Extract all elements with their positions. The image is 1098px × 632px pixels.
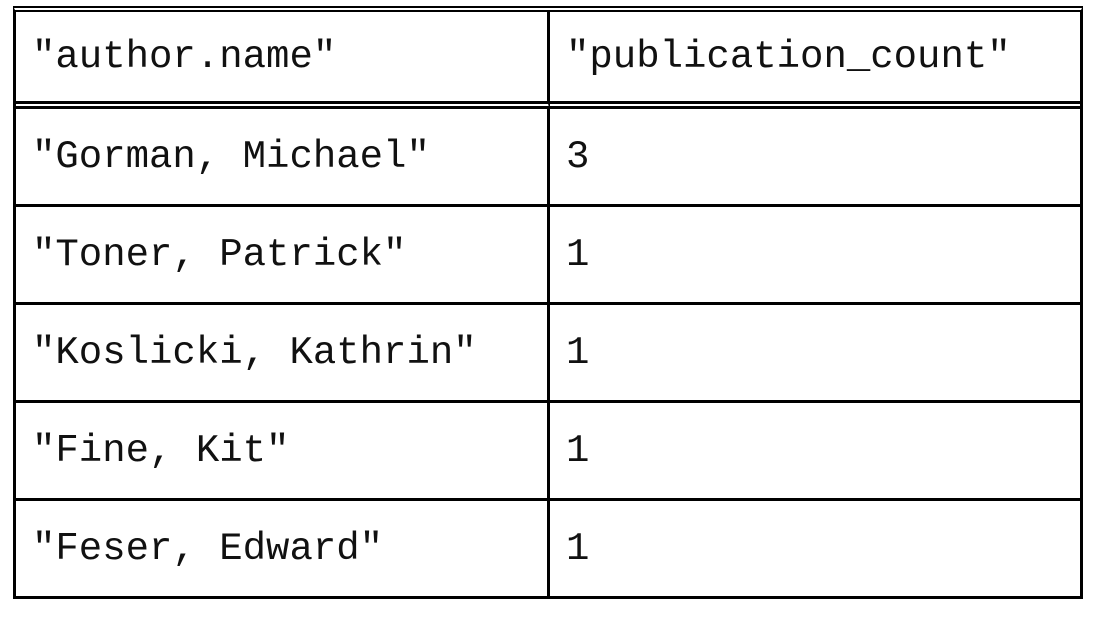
table-row: "Gorman, Michael" 3 xyxy=(16,109,1080,204)
publication-count-cell: 1 xyxy=(550,302,1080,400)
table-row: "Koslicki, Kathrin" 1 xyxy=(16,302,1080,400)
publication-count-cell: 1 xyxy=(550,400,1080,498)
table-body: "Gorman, Michael" 3 "Toner, Patrick" 1 "… xyxy=(16,109,1080,596)
table-header: "author.name" "publication_count" xyxy=(16,12,1080,109)
author-name-cell: "Feser, Edward" xyxy=(16,498,550,596)
author-name-cell: "Toner, Patrick" xyxy=(16,204,550,302)
author-name-cell: "Fine, Kit" xyxy=(16,400,550,498)
results-table-container: "author.name" "publication_count" "Gorma… xyxy=(13,6,1083,599)
column-header-publication-count: "publication_count" xyxy=(550,12,1080,109)
author-name-cell: "Gorman, Michael" xyxy=(16,109,550,204)
header-row: "author.name" "publication_count" xyxy=(16,12,1080,109)
author-name-cell: "Koslicki, Kathrin" xyxy=(16,302,550,400)
table-row: "Toner, Patrick" 1 xyxy=(16,204,1080,302)
publication-count-cell: 1 xyxy=(550,204,1080,302)
table-row: "Feser, Edward" 1 xyxy=(16,498,1080,596)
results-table: "author.name" "publication_count" "Gorma… xyxy=(13,6,1083,599)
publication-count-cell: 3 xyxy=(566,134,590,179)
column-header-author-name: "author.name" xyxy=(16,12,550,109)
table-row: "Fine, Kit" 1 xyxy=(16,400,1080,498)
publication-count-cell: 1 xyxy=(550,498,1080,596)
